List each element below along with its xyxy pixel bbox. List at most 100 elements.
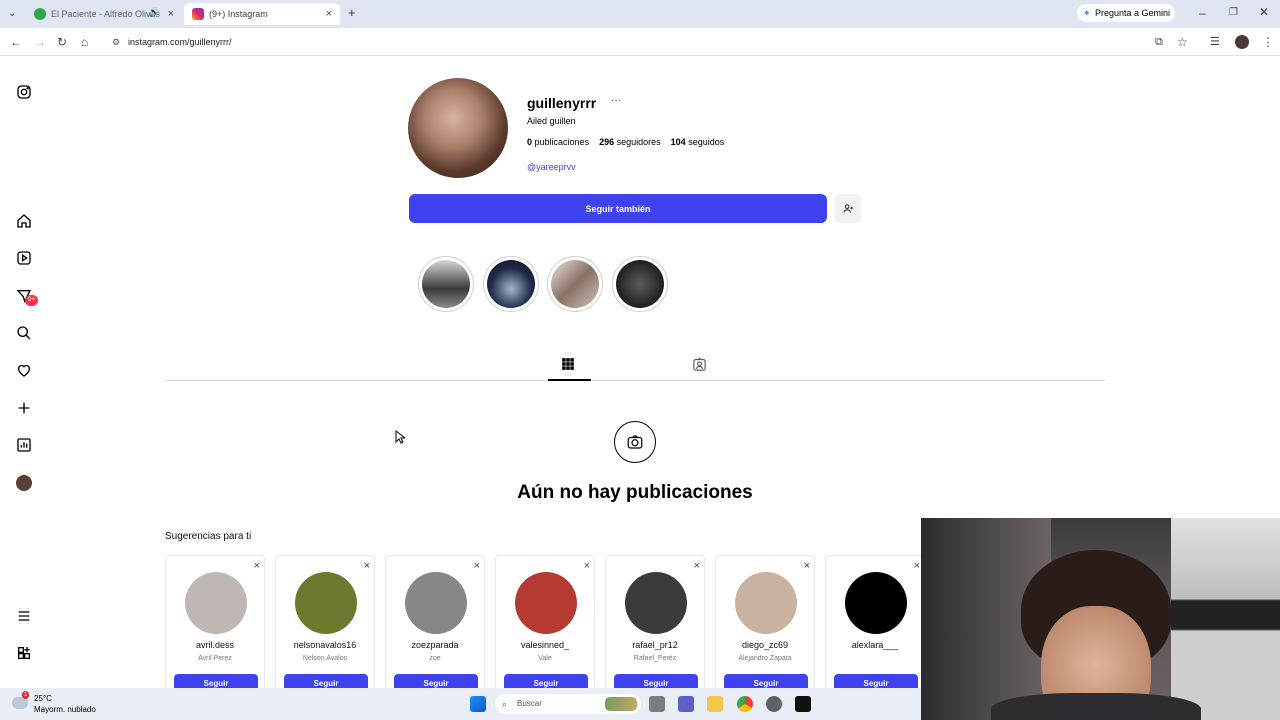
menu-hamburger-icon[interactable] [14, 606, 34, 626]
following-stat[interactable]: 104 seguidos [671, 137, 725, 147]
back-icon[interactable]: ← [10, 34, 22, 50]
suggestion-name: Rafael_Peréz [633, 655, 677, 662]
tagged-person-icon [693, 357, 706, 371]
home-icon[interactable]: ⌂ [81, 34, 88, 50]
more-apps-icon[interactable] [14, 643, 34, 663]
followers-stat[interactable]: 296 seguidores [599, 137, 661, 147]
suggestion-avatar[interactable] [295, 572, 357, 634]
task-view-icon[interactable] [649, 696, 665, 712]
search-icon[interactable] [14, 323, 34, 343]
suggestion-name: Alejandro Zapata [738, 655, 792, 662]
profile-mention-link[interactable]: @yareeprvv [527, 162, 576, 172]
close-tab-icon[interactable]: × [168, 8, 174, 20]
suggestion-avatar[interactable] [405, 572, 467, 634]
dismiss-icon[interactable]: × [804, 560, 810, 572]
suggestion-card[interactable]: × alexlara___ Seguir [825, 555, 925, 695]
active-tab-indicator [548, 379, 591, 381]
story-highlight[interactable] [547, 256, 603, 312]
grid-icon [562, 358, 574, 370]
dismiss-icon[interactable]: × [914, 560, 920, 572]
heart-icon[interactable] [14, 360, 34, 380]
suggestion-name: Nelson Avalos [302, 655, 348, 662]
minimize-icon[interactable]: – [1199, 5, 1206, 21]
forward-icon[interactable]: → [34, 34, 46, 50]
suggestion-username[interactable]: zoezparada [386, 640, 484, 650]
suggestion-username[interactable]: rafael_pr12 [606, 640, 704, 650]
tab-youtube[interactable]: El Paciente - Alfredo Olivas 🔊 × [26, 3, 182, 25]
tab-tagged[interactable] [692, 357, 708, 373]
dismiss-icon[interactable]: × [584, 560, 590, 572]
camera-icon [614, 421, 656, 463]
dismiss-icon[interactable]: × [364, 560, 370, 572]
bookmark-star-icon[interactable]: ☆ [1177, 34, 1188, 50]
windows-start-icon[interactable] [470, 696, 486, 712]
suggestion-username[interactable]: diego_zc69 [716, 640, 814, 650]
suggestion-card[interactable]: × zoezparada zoe Seguir [385, 555, 485, 695]
new-tab-icon[interactable]: + [348, 5, 356, 21]
add-user-icon[interactable] [834, 194, 862, 223]
suggestion-name: Avril Perez [198, 655, 232, 662]
dashboard-icon[interactable] [14, 435, 34, 455]
suggestion-card[interactable]: × valesinned_ Vale Seguir [495, 555, 595, 695]
gemini-label: Pregunta a Gemini [1095, 8, 1171, 18]
suggestion-card[interactable]: × rafael_pr12 Rafael_Peréz Seguir [605, 555, 705, 695]
teams-icon[interactable] [678, 696, 694, 712]
reading-list-icon[interactable]: ☰ [1210, 34, 1220, 50]
maximize-icon[interactable]: ❐ [1229, 5, 1238, 21]
suggestions-title: Sugerencias para ti [165, 531, 252, 542]
mouse-cursor-icon [395, 430, 405, 444]
more-options-icon[interactable]: ··· [611, 95, 621, 106]
suggestion-card[interactable]: × avril.dess Avril Perez Seguir [165, 555, 265, 695]
instagram-logo-icon[interactable] [14, 82, 34, 102]
file-explorer-icon[interactable] [707, 696, 723, 712]
profile-nav-avatar[interactable] [14, 473, 34, 493]
close-window-icon[interactable]: ✕ [1259, 4, 1269, 20]
reels-icon[interactable] [14, 248, 34, 268]
dismiss-icon[interactable]: × [694, 560, 700, 572]
home-nav-icon[interactable] [14, 211, 34, 231]
suggestion-username[interactable]: alexlara___ [826, 640, 924, 650]
suggestion-name: zoe [429, 655, 441, 662]
suggestion-username[interactable]: avril.dess [166, 640, 264, 650]
follow-back-button[interactable]: Seguir también [409, 194, 827, 223]
story-highlight[interactable] [483, 256, 539, 312]
suggestion-avatar[interactable] [515, 572, 577, 634]
profile-username: guillenyrrr [527, 95, 597, 111]
suggestion-avatar[interactable] [625, 572, 687, 634]
story-highlight[interactable] [612, 256, 668, 312]
story-highlight[interactable] [418, 256, 474, 312]
tab-instagram[interactable]: (9+) Instagram × [184, 3, 340, 25]
url-text: instagram.com/guillenyrrr/ [128, 37, 232, 47]
profile-avatar[interactable] [408, 78, 508, 178]
tab-list-icon[interactable]: ⌄ [8, 6, 16, 22]
create-plus-icon[interactable] [14, 398, 34, 418]
dismiss-icon[interactable]: × [254, 560, 260, 572]
suggestion-avatar[interactable] [185, 572, 247, 634]
audio-icon[interactable]: 🔊 [149, 7, 160, 18]
suggestion-username[interactable]: nelsonavalos16 [276, 640, 374, 650]
reload-icon[interactable]: ↻ [57, 34, 67, 50]
browser-menu-icon[interactable]: ⋮ [1262, 34, 1274, 50]
profile-stats: 0 publicaciones 296 seguidores 104 segui… [527, 137, 724, 147]
tabs-divider [165, 380, 1105, 381]
weather-temp: 25°C [34, 694, 52, 703]
profile-full-name: Ailed guillen [527, 116, 576, 126]
suggestion-username[interactable]: valesinned_ [496, 640, 594, 650]
site-info-icon[interactable]: ⚙ [112, 32, 120, 52]
suggestion-avatar[interactable] [845, 572, 907, 634]
suggestion-card[interactable]: × nelsonavalos16 Nelson Avalos Seguir [275, 555, 375, 695]
profile-avatar-icon[interactable] [1235, 35, 1249, 49]
settings-app-icon[interactable] [766, 696, 782, 712]
close-tab-icon[interactable]: × [326, 8, 332, 20]
tab-posts-grid[interactable] [561, 357, 577, 373]
suggestion-card[interactable]: × diego_zc69 Alejandro Zapata Seguir [715, 555, 815, 695]
dismiss-icon[interactable]: × [474, 560, 480, 572]
gemini-button[interactable]: ✦ Pregunta a Gemini [1077, 4, 1175, 22]
tiktok-icon[interactable] [795, 696, 811, 712]
install-app-icon[interactable]: ⧉ [1155, 34, 1163, 50]
suggestion-name: Vale [538, 655, 552, 662]
suggestion-avatar[interactable] [735, 572, 797, 634]
chrome-icon[interactable] [737, 696, 753, 712]
taskbar-search[interactable]: ⌕ Buscar [495, 694, 641, 714]
address-bar[interactable]: ⚙ instagram.com/guillenyrrr/ [106, 32, 1196, 52]
